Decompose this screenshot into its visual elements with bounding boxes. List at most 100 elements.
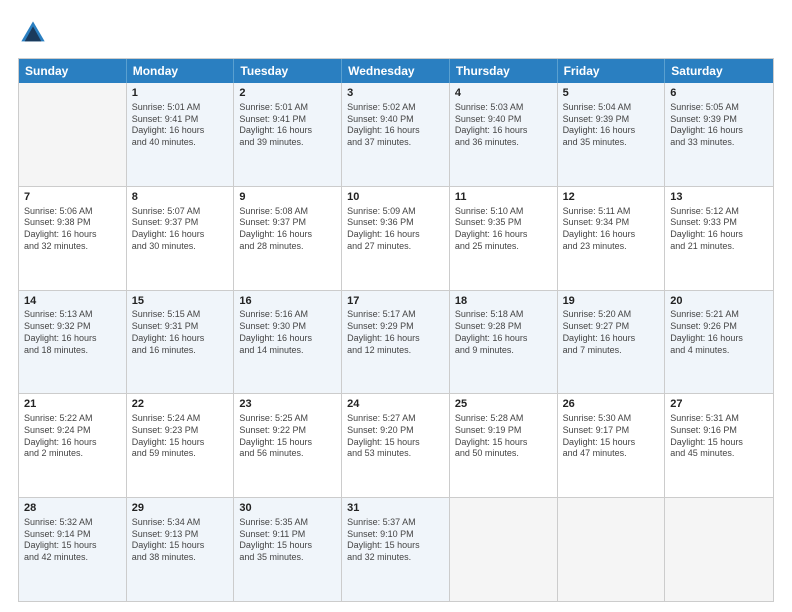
day-number: 21 [24,397,121,412]
calendar-cell: 7Sunrise: 5:06 AM Sunset: 9:38 PM Daylig… [19,187,127,290]
calendar-cell: 23Sunrise: 5:25 AM Sunset: 9:22 PM Dayli… [234,394,342,497]
calendar-day-header: Thursday [450,59,558,83]
day-info: Sunrise: 5:16 AM Sunset: 9:30 PM Dayligh… [239,309,336,356]
calendar-cell: 26Sunrise: 5:30 AM Sunset: 9:17 PM Dayli… [558,394,666,497]
calendar-cell: 19Sunrise: 5:20 AM Sunset: 9:27 PM Dayli… [558,291,666,394]
day-info: Sunrise: 5:21 AM Sunset: 9:26 PM Dayligh… [670,309,768,356]
day-number: 8 [132,190,229,205]
day-info: Sunrise: 5:28 AM Sunset: 9:19 PM Dayligh… [455,413,552,460]
day-number: 9 [239,190,336,205]
calendar-cell: 5Sunrise: 5:04 AM Sunset: 9:39 PM Daylig… [558,83,666,186]
calendar-cell [558,498,666,601]
day-number: 23 [239,397,336,412]
day-number: 10 [347,190,444,205]
calendar-cell [19,83,127,186]
calendar-cell: 18Sunrise: 5:18 AM Sunset: 9:28 PM Dayli… [450,291,558,394]
calendar-cell [665,498,773,601]
day-number: 11 [455,190,552,205]
day-number: 6 [670,86,768,101]
calendar-cell: 21Sunrise: 5:22 AM Sunset: 9:24 PM Dayli… [19,394,127,497]
header [18,18,774,48]
calendar-cell: 20Sunrise: 5:21 AM Sunset: 9:26 PM Dayli… [665,291,773,394]
day-number: 4 [455,86,552,101]
logo-icon [18,18,48,48]
day-info: Sunrise: 5:12 AM Sunset: 9:33 PM Dayligh… [670,206,768,253]
calendar-cell: 22Sunrise: 5:24 AM Sunset: 9:23 PM Dayli… [127,394,235,497]
day-number: 14 [24,294,121,309]
day-info: Sunrise: 5:18 AM Sunset: 9:28 PM Dayligh… [455,309,552,356]
day-info: Sunrise: 5:37 AM Sunset: 9:10 PM Dayligh… [347,517,444,564]
day-number: 29 [132,501,229,516]
day-number: 17 [347,294,444,309]
day-info: Sunrise: 5:25 AM Sunset: 9:22 PM Dayligh… [239,413,336,460]
day-number: 16 [239,294,336,309]
day-info: Sunrise: 5:11 AM Sunset: 9:34 PM Dayligh… [563,206,660,253]
day-number: 7 [24,190,121,205]
day-info: Sunrise: 5:03 AM Sunset: 9:40 PM Dayligh… [455,102,552,149]
day-number: 26 [563,397,660,412]
day-number: 15 [132,294,229,309]
day-number: 20 [670,294,768,309]
calendar-cell: 17Sunrise: 5:17 AM Sunset: 9:29 PM Dayli… [342,291,450,394]
day-info: Sunrise: 5:10 AM Sunset: 9:35 PM Dayligh… [455,206,552,253]
day-info: Sunrise: 5:09 AM Sunset: 9:36 PM Dayligh… [347,206,444,253]
day-info: Sunrise: 5:17 AM Sunset: 9:29 PM Dayligh… [347,309,444,356]
day-info: Sunrise: 5:07 AM Sunset: 9:37 PM Dayligh… [132,206,229,253]
day-info: Sunrise: 5:05 AM Sunset: 9:39 PM Dayligh… [670,102,768,149]
calendar-day-header: Sunday [19,59,127,83]
calendar-row: 7Sunrise: 5:06 AM Sunset: 9:38 PM Daylig… [19,186,773,290]
calendar-day-header: Wednesday [342,59,450,83]
day-info: Sunrise: 5:24 AM Sunset: 9:23 PM Dayligh… [132,413,229,460]
calendar-cell: 28Sunrise: 5:32 AM Sunset: 9:14 PM Dayli… [19,498,127,601]
day-number: 1 [132,86,229,101]
day-info: Sunrise: 5:34 AM Sunset: 9:13 PM Dayligh… [132,517,229,564]
calendar-day-header: Friday [558,59,666,83]
day-number: 12 [563,190,660,205]
calendar-cell: 9Sunrise: 5:08 AM Sunset: 9:37 PM Daylig… [234,187,342,290]
day-number: 19 [563,294,660,309]
calendar-cell: 27Sunrise: 5:31 AM Sunset: 9:16 PM Dayli… [665,394,773,497]
day-info: Sunrise: 5:22 AM Sunset: 9:24 PM Dayligh… [24,413,121,460]
calendar-row: 1Sunrise: 5:01 AM Sunset: 9:41 PM Daylig… [19,83,773,186]
day-info: Sunrise: 5:04 AM Sunset: 9:39 PM Dayligh… [563,102,660,149]
calendar-cell: 13Sunrise: 5:12 AM Sunset: 9:33 PM Dayli… [665,187,773,290]
day-number: 30 [239,501,336,516]
calendar-cell: 3Sunrise: 5:02 AM Sunset: 9:40 PM Daylig… [342,83,450,186]
day-number: 18 [455,294,552,309]
day-number: 27 [670,397,768,412]
day-number: 2 [239,86,336,101]
calendar-cell: 30Sunrise: 5:35 AM Sunset: 9:11 PM Dayli… [234,498,342,601]
day-number: 24 [347,397,444,412]
calendar-row: 14Sunrise: 5:13 AM Sunset: 9:32 PM Dayli… [19,290,773,394]
day-info: Sunrise: 5:01 AM Sunset: 9:41 PM Dayligh… [239,102,336,149]
day-info: Sunrise: 5:06 AM Sunset: 9:38 PM Dayligh… [24,206,121,253]
calendar-cell: 12Sunrise: 5:11 AM Sunset: 9:34 PM Dayli… [558,187,666,290]
page: SundayMondayTuesdayWednesdayThursdayFrid… [0,0,792,612]
calendar-cell: 11Sunrise: 5:10 AM Sunset: 9:35 PM Dayli… [450,187,558,290]
calendar-cell: 31Sunrise: 5:37 AM Sunset: 9:10 PM Dayli… [342,498,450,601]
day-info: Sunrise: 5:08 AM Sunset: 9:37 PM Dayligh… [239,206,336,253]
calendar-cell [450,498,558,601]
day-number: 28 [24,501,121,516]
day-info: Sunrise: 5:13 AM Sunset: 9:32 PM Dayligh… [24,309,121,356]
calendar-cell: 29Sunrise: 5:34 AM Sunset: 9:13 PM Dayli… [127,498,235,601]
calendar-cell: 16Sunrise: 5:16 AM Sunset: 9:30 PM Dayli… [234,291,342,394]
day-number: 3 [347,86,444,101]
calendar-cell: 1Sunrise: 5:01 AM Sunset: 9:41 PM Daylig… [127,83,235,186]
day-info: Sunrise: 5:01 AM Sunset: 9:41 PM Dayligh… [132,102,229,149]
day-info: Sunrise: 5:20 AM Sunset: 9:27 PM Dayligh… [563,309,660,356]
calendar-cell: 2Sunrise: 5:01 AM Sunset: 9:41 PM Daylig… [234,83,342,186]
calendar-body: 1Sunrise: 5:01 AM Sunset: 9:41 PM Daylig… [19,83,773,601]
calendar-header: SundayMondayTuesdayWednesdayThursdayFrid… [19,59,773,83]
calendar-cell: 4Sunrise: 5:03 AM Sunset: 9:40 PM Daylig… [450,83,558,186]
day-info: Sunrise: 5:02 AM Sunset: 9:40 PM Dayligh… [347,102,444,149]
calendar-cell: 6Sunrise: 5:05 AM Sunset: 9:39 PM Daylig… [665,83,773,186]
logo [18,18,52,48]
calendar-day-header: Monday [127,59,235,83]
day-info: Sunrise: 5:32 AM Sunset: 9:14 PM Dayligh… [24,517,121,564]
calendar-day-header: Saturday [665,59,773,83]
day-number: 5 [563,86,660,101]
day-info: Sunrise: 5:31 AM Sunset: 9:16 PM Dayligh… [670,413,768,460]
calendar-day-header: Tuesday [234,59,342,83]
day-number: 13 [670,190,768,205]
